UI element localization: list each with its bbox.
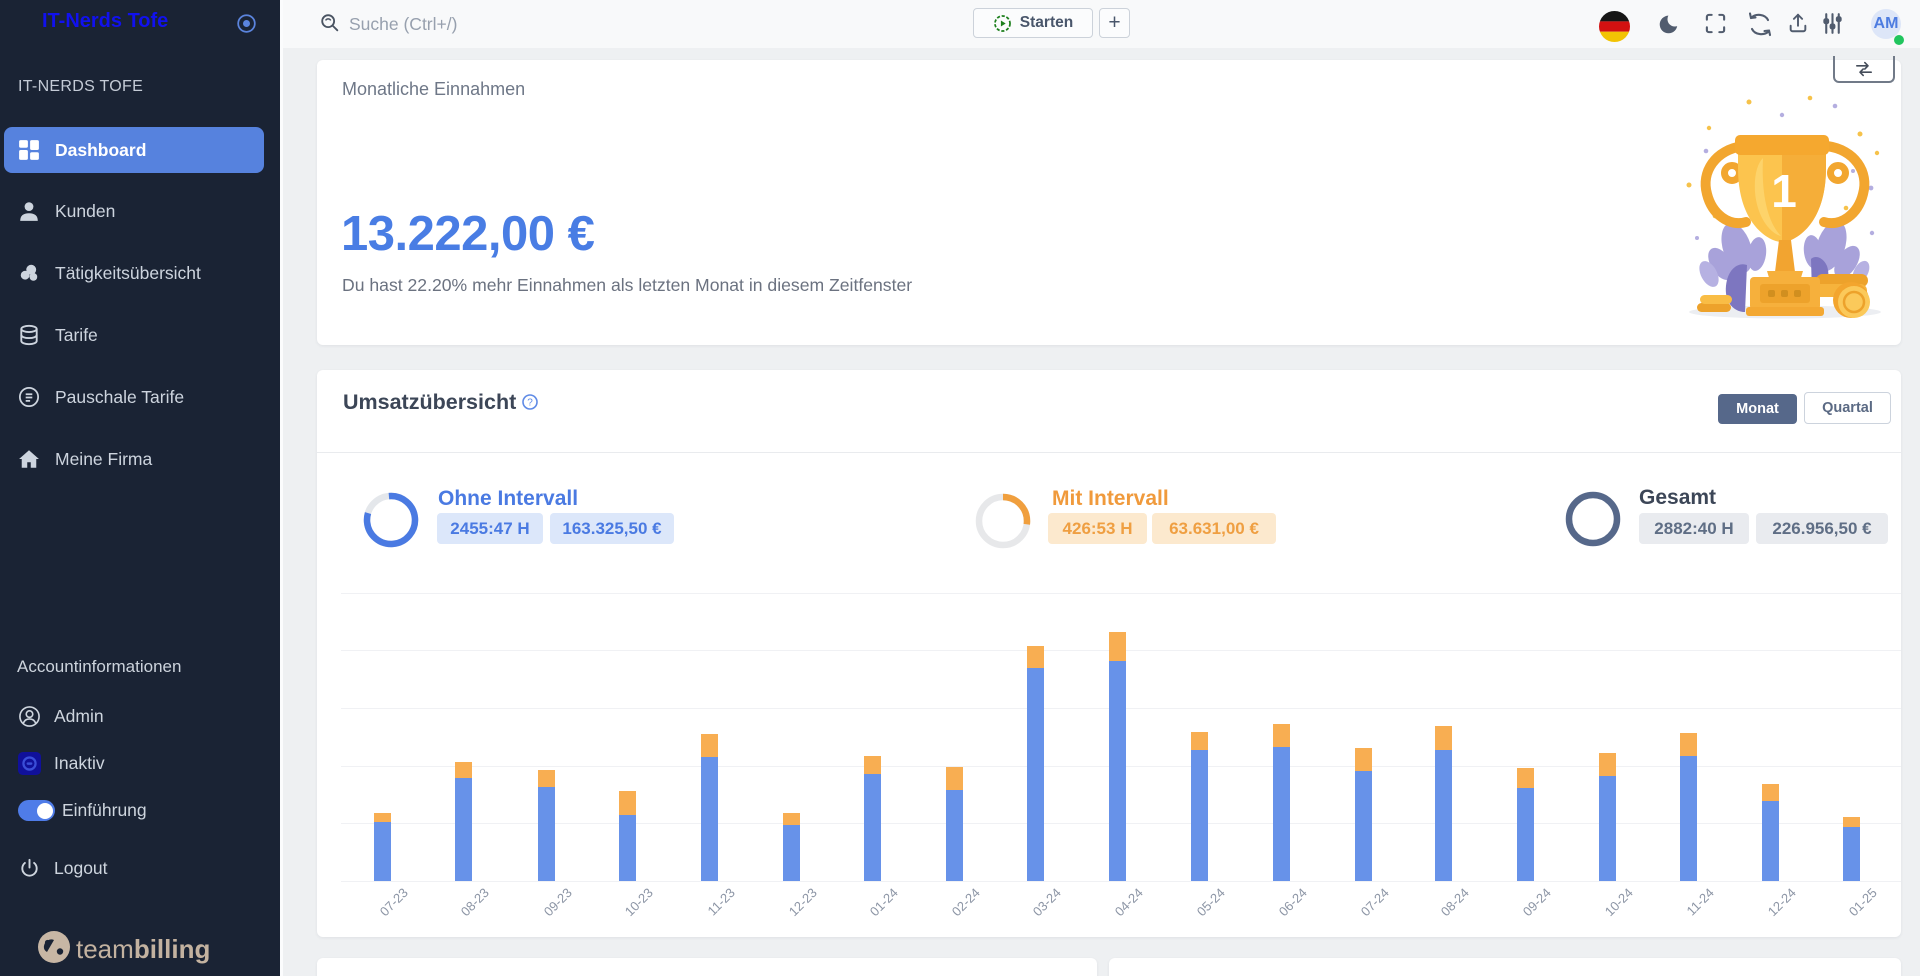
svg-text:?: ? [527,398,533,409]
svg-text:1: 1 [1771,165,1797,217]
